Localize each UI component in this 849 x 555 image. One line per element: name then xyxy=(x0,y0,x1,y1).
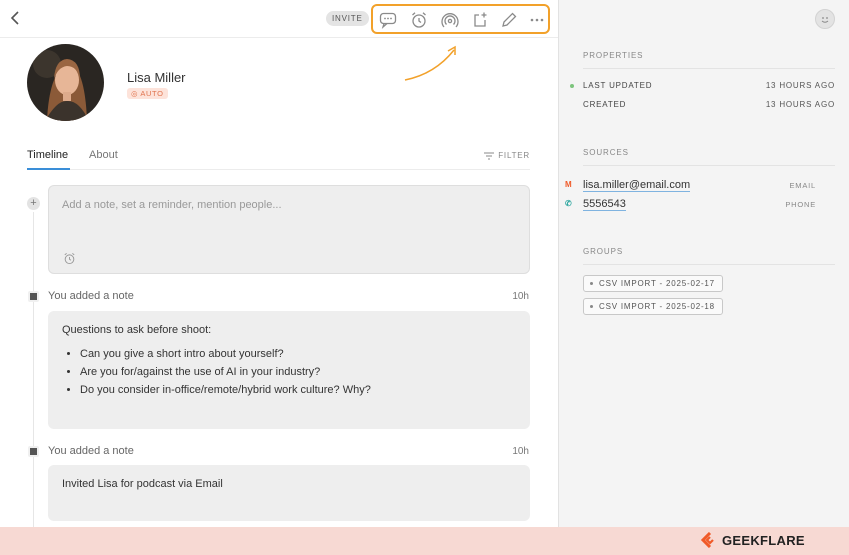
note-input-placeholder: Add a note, set a reminder, mention peop… xyxy=(62,199,282,211)
annotation-arrow xyxy=(404,45,456,81)
property-label: LAST UPDATED xyxy=(583,81,653,90)
source-kind: PHONE xyxy=(785,200,816,209)
tab-timeline[interactable]: Timeline xyxy=(27,149,68,161)
broadcast-icon[interactable] xyxy=(441,11,459,29)
contact-avatar xyxy=(27,44,104,121)
contact-name: Lisa Miller xyxy=(127,70,186,85)
geekflare-logo-icon xyxy=(700,531,714,549)
note-event-icon xyxy=(28,446,39,457)
divider xyxy=(583,68,835,69)
auto-badge: ◎ AUTO xyxy=(127,88,168,99)
geekflare-logo: GEEKFLARE xyxy=(700,531,805,550)
add-task-icon[interactable] xyxy=(471,11,489,29)
note-body: Questions to ask before shoot: xyxy=(62,324,212,336)
note-bullet: Can you give a short intro about yoursel… xyxy=(80,348,516,360)
note-bullet: Do you consider in-office/remote/hybrid … xyxy=(80,384,516,396)
top-toolbar: INVITE xyxy=(0,0,558,38)
tab-about[interactable]: About xyxy=(89,149,118,161)
invite-button[interactable]: INVITE xyxy=(326,11,369,26)
gmail-icon: M xyxy=(565,180,572,189)
note-bullet: Are you for/against the use of AI in you… xyxy=(80,366,516,378)
reminder-alarm-icon[interactable] xyxy=(63,252,76,265)
property-value: 13 HOURS AGO xyxy=(765,100,835,109)
smiley-face-icon[interactable] xyxy=(815,9,835,29)
active-tab-indicator xyxy=(27,168,70,170)
event-time: 10h xyxy=(512,446,529,457)
group-tag[interactable]: CSV IMPORT - 2025-02-18 xyxy=(583,298,723,315)
filter-label: FILTER xyxy=(498,151,530,160)
alarm-clock-icon[interactable] xyxy=(410,11,428,29)
source-row-phone: ✆ 5556543 PHONE xyxy=(565,198,835,211)
filter-button[interactable]: FILTER xyxy=(484,151,530,160)
avatar-image xyxy=(27,44,104,121)
note-card[interactable]: Questions to ask before shoot: Can you g… xyxy=(48,311,530,429)
phone-link[interactable]: 5556543 xyxy=(583,198,626,211)
action-icons-group xyxy=(371,4,550,34)
note-bullet-list: Can you give a short intro about yoursel… xyxy=(62,348,516,396)
divider xyxy=(583,165,835,166)
sources-heading: SOURCES xyxy=(583,148,629,157)
note-input[interactable]: Add a note, set a reminder, mention peop… xyxy=(48,185,530,274)
tab-bar: Timeline About FILTER xyxy=(27,148,530,170)
phone-icon: ✆ xyxy=(565,199,572,208)
smiley-face-glyph xyxy=(821,17,829,23)
properties-heading: PROPERTIES xyxy=(583,51,644,60)
timeline-line xyxy=(33,212,34,527)
filter-icon xyxy=(484,152,495,160)
source-kind: EMAIL xyxy=(789,181,816,190)
property-label: CREATED xyxy=(583,100,627,109)
property-value: 13 HOURS AGO xyxy=(765,81,835,90)
note-card[interactable]: Invited Lisa for podcast via Email xyxy=(48,465,530,521)
event-time: 10h xyxy=(512,291,529,302)
event-title: You added a note xyxy=(48,445,134,457)
note-body: Invited Lisa for podcast via Email xyxy=(62,478,223,490)
event-title: You added a note xyxy=(48,290,134,302)
geekflare-logo-text: GEEKFLARE xyxy=(722,533,805,548)
auto-badge-label: AUTO xyxy=(140,89,164,98)
status-dot xyxy=(570,84,574,88)
email-link[interactable]: lisa.miller@email.com xyxy=(583,179,691,192)
back-arrow-icon[interactable] xyxy=(9,10,23,26)
groups-heading: GROUPS xyxy=(583,247,624,256)
main-panel: INVITE Lisa Miller ◎ AUTO Timeline About… xyxy=(0,0,558,527)
group-tag[interactable]: CSV IMPORT - 2025-02-17 xyxy=(583,275,723,292)
property-row: LAST UPDATED 13 HOURS AGO xyxy=(570,81,835,90)
property-row: CREATED 13 HOURS AGO xyxy=(583,100,835,109)
more-options-icon[interactable] xyxy=(528,11,546,29)
note-event-icon xyxy=(28,291,39,302)
comment-icon[interactable] xyxy=(379,11,397,29)
source-row-email: M lisa.miller@email.com EMAIL xyxy=(565,179,835,192)
add-plus-icon[interactable]: + xyxy=(27,197,40,210)
divider xyxy=(583,264,835,265)
edit-pencil-icon[interactable] xyxy=(500,11,518,29)
broadcast-small-icon: ◎ xyxy=(131,89,141,98)
